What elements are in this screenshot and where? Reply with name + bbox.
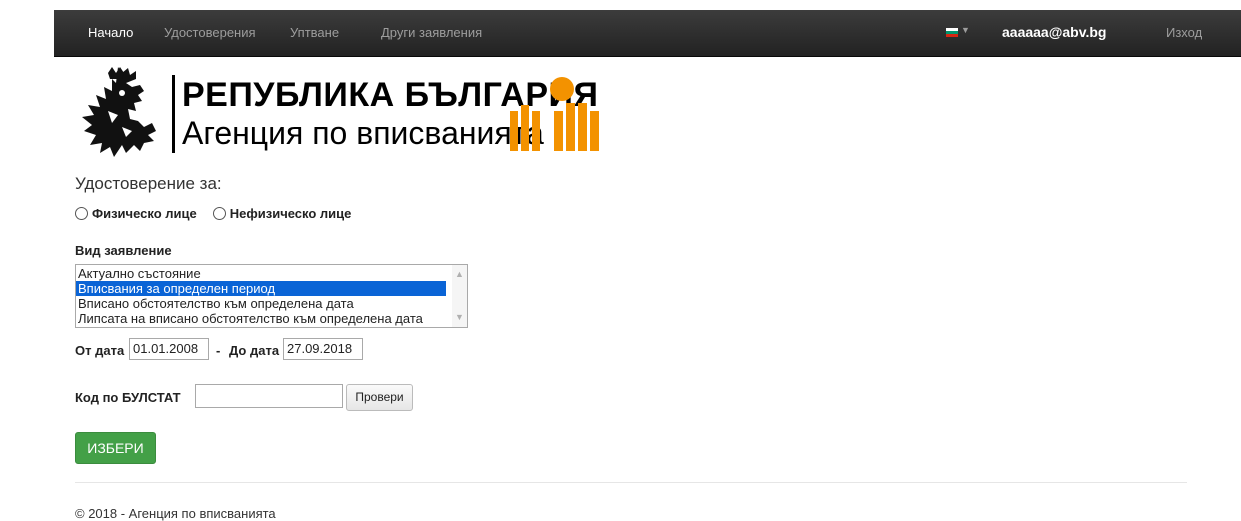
caret-down-icon[interactable]: ▼ [961,25,970,35]
request-type-label: Вид заявление [75,243,172,258]
list-item[interactable]: Актуално състояние [76,266,446,281]
request-type-listbox[interactable]: Актуално състояние Вписвания за определе… [75,264,468,328]
list-item[interactable]: Вписано обстоятелство към определена дат… [76,296,446,311]
date-separator: - [216,343,221,358]
lion-coat-of-arms-icon [82,67,156,157]
footer-copyright: © 2018 - Агенция по вписванията [75,506,276,521]
user-email[interactable]: aaaaaa@abv.bg [1002,24,1106,40]
agency-logo: РЕПУБЛИКА БЪЛГАРИЯ Агенция по вписваният… [78,65,608,160]
to-date-input[interactable]: 27.09.2018 [283,338,363,360]
scroll-down-icon[interactable]: ▼ [455,310,464,325]
top-navbar: Начало Удостоверения Уптване Други заявл… [54,10,1241,57]
logo-subtitle: Агенция по вписванията [182,115,544,151]
logout-link[interactable]: Изход [1166,25,1202,40]
radio-physical-person[interactable] [75,207,88,220]
nav-certificates[interactable]: Удостоверения [164,25,256,40]
to-date-label: До дата [229,343,280,358]
list-item-selected[interactable]: Вписвания за определен период [76,281,446,296]
radio-physical-label[interactable]: Физическо лице [92,206,197,221]
nav-inquiry[interactable]: Уптване [290,25,339,40]
choose-button[interactable]: ИЗБЕРИ [75,432,156,464]
radio-non-physical-label[interactable]: Нефизическо лице [230,206,352,221]
nav-other-requests[interactable]: Други заявления [381,25,482,40]
bulstat-label: Код по БУЛСТАТ [75,390,181,405]
bg-flag-icon[interactable] [946,28,958,37]
list-item[interactable]: Липсата на вписано обстоятелство към опр… [76,311,446,326]
from-date-input[interactable]: 01.01.2008 [129,338,209,360]
agency-mark-icon [510,77,599,151]
listbox-scrollbar[interactable]: ▲ ▼ [452,265,467,327]
scroll-up-icon[interactable]: ▲ [455,267,464,282]
bulstat-input[interactable] [195,384,343,408]
check-button[interactable]: Провери [346,384,413,411]
logo-divider [172,75,175,153]
entity-type-radio-group: Физическо лице Нефизическо лице [75,206,367,221]
footer-divider [75,482,1187,483]
radio-non-physical-person[interactable] [212,207,226,220]
page-title: Удостоверение за: [75,174,222,193]
from-date-label: От дата [75,343,125,358]
nav-home[interactable]: Начало [88,25,133,40]
